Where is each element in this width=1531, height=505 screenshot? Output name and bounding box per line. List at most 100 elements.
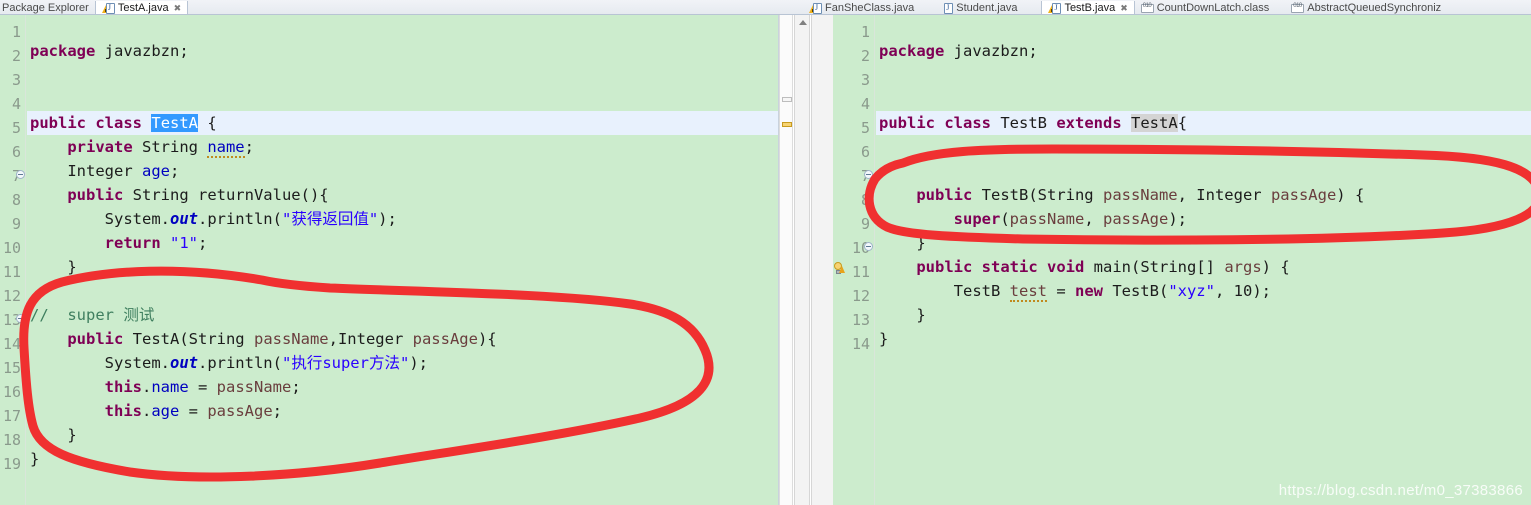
code-line[interactable]: } (27, 423, 778, 447)
line-number: 5 (11, 119, 21, 137)
eclipse-editor-window: Package Explorer TestA.java ✖ FanSheClas… (0, 0, 1531, 505)
code-line[interactable]: public TestA(String passName,Integer pas… (27, 327, 778, 351)
vertical-scrollbar-left[interactable] (794, 15, 810, 505)
code-line[interactable]: TestB test = new TestB("xyz", 10); (876, 279, 1531, 303)
java-warning-icon (809, 3, 822, 14)
tab-abstractqueuedsynchronizer-class[interactable]: AbstractQueuedSynchroniz (1275, 1, 1447, 14)
code-line[interactable]: this.name = passName; (27, 375, 778, 399)
editor-splitter[interactable] (811, 15, 833, 505)
class-file-icon (1140, 3, 1154, 13)
line-number: 14 (2, 335, 21, 353)
code-area-testa[interactable]: 1 2 3 4 5 6 7 8 9 10 11 12 13 14 15 16 1… (0, 15, 778, 505)
line-number: 8 (860, 191, 870, 209)
line-number: 1 (11, 23, 21, 41)
close-icon[interactable]: ✖ (1120, 3, 1128, 14)
overview-marker-warning[interactable] (782, 122, 792, 127)
line-number: 9 (860, 215, 870, 233)
tab-label: Student.java (956, 2, 1018, 14)
line-number: 13 (851, 311, 870, 329)
code-line[interactable]: this.age = passAge; (27, 399, 778, 423)
tab-testa-java[interactable]: TestA.java ✖ (94, 1, 189, 14)
tab-label: TestB.java (1064, 2, 1116, 14)
code-line-current[interactable]: public class TestB extends TestA{ (876, 111, 1531, 135)
code-line[interactable] (876, 351, 1531, 375)
fold-marker-collapse[interactable] (864, 170, 873, 179)
code-line[interactable]: System.out.println("执行super方法"); (27, 351, 778, 375)
line-number: 4 (11, 95, 21, 113)
close-icon[interactable]: ✖ (174, 3, 182, 14)
tab-fansheclass-java[interactable]: FanSheClass.java (795, 1, 920, 14)
line-number: 1 (860, 23, 870, 41)
code-line[interactable] (27, 87, 778, 111)
code-line[interactable] (27, 471, 778, 495)
line-number-gutter-left[interactable]: 1 2 3 4 5 6 7 8 9 10 11 12 13 14 15 16 1… (0, 15, 26, 505)
overview-marker[interactable] (782, 97, 792, 102)
code-line[interactable]: } (876, 231, 1531, 255)
fold-marker-collapse[interactable] (864, 242, 873, 251)
editor-panel-testa[interactable]: 1 2 3 4 5 6 7 8 9 10 11 12 13 14 15 16 1… (0, 15, 779, 505)
line-number: 17 (2, 407, 21, 425)
code-line[interactable]: } (27, 255, 778, 279)
code-line[interactable]: package javazbzn; (876, 39, 1531, 63)
code-line[interactable]: } (876, 327, 1531, 351)
overview-ruler-left[interactable] (779, 15, 793, 505)
code-line[interactable] (27, 63, 778, 87)
tab-package-explorer[interactable]: Package Explorer (0, 1, 95, 14)
code-line[interactable]: public String returnValue(){ (27, 183, 778, 207)
code-line[interactable]: return "1"; (27, 231, 778, 255)
tab-label: FanSheClass.java (825, 2, 915, 14)
code-line[interactable] (27, 279, 778, 303)
tab-countdownlatch-class[interactable]: CountDownLatch.class (1135, 1, 1276, 14)
class-file-icon (1291, 3, 1305, 13)
tab-label: Package Explorer (2, 2, 89, 14)
code-line[interactable]: public static void main(String[] args) { (876, 255, 1531, 279)
code-line[interactable]: super(passName, passAge); (876, 207, 1531, 231)
tab-student-java[interactable]: Student.java (920, 1, 1023, 14)
java-icon (940, 3, 954, 14)
fold-marker-collapse[interactable] (16, 170, 25, 179)
line-number: 5 (860, 119, 870, 137)
code-line[interactable]: package javazbzn; (27, 39, 778, 63)
tab-label: TestA.java (117, 2, 169, 14)
tab-bar-left: Package Explorer TestA.java ✖ (0, 0, 795, 15)
line-number: 8 (11, 191, 21, 209)
tab-label: CountDownLatch.class (1156, 2, 1270, 14)
code-line[interactable]: } (27, 447, 778, 471)
code-line[interactable] (876, 87, 1531, 111)
code-area-testb[interactable]: 1 2 3 4 5 6 7 8 9 10 11 12 13 14 p (833, 15, 1531, 505)
line-number: 2 (860, 47, 870, 65)
editor-panel-testb[interactable]: 1 2 3 4 5 6 7 8 9 10 11 12 13 14 p (833, 15, 1531, 505)
code-line[interactable] (876, 159, 1531, 183)
line-number: 2 (11, 47, 21, 65)
code-line[interactable]: public TestB(String passName, Integer pa… (876, 183, 1531, 207)
code-line[interactable] (876, 63, 1531, 87)
code-line[interactable] (876, 135, 1531, 159)
line-number: 15 (2, 359, 21, 377)
quickfix-warning-bulb-icon[interactable] (833, 262, 845, 275)
line-number: 19 (2, 455, 21, 473)
line-number: 9 (11, 215, 21, 233)
scroll-up-arrow-icon[interactable] (799, 20, 807, 25)
line-number: 16 (2, 383, 21, 401)
line-number-gutter-right[interactable]: 1 2 3 4 5 6 7 8 9 10 11 12 13 14 (833, 15, 875, 505)
code-line[interactable]: private String name; (27, 135, 778, 159)
line-number: 14 (851, 335, 870, 353)
line-number: 4 (860, 95, 870, 113)
fold-marker-collapse[interactable] (16, 314, 25, 323)
code-lines-testb[interactable]: package javazbzn; public class TestB ext… (876, 15, 1531, 505)
tab-testb-java[interactable]: TestB.java ✖ (1041, 1, 1135, 14)
line-number: 12 (851, 287, 870, 305)
code-line[interactable]: // super 测试 (27, 303, 778, 327)
code-line[interactable]: } (876, 303, 1531, 327)
code-line[interactable]: System.out.println("获得返回值"); (27, 207, 778, 231)
line-number: 6 (11, 143, 21, 161)
line-number: 11 (2, 263, 21, 281)
java-warning-icon (101, 3, 115, 14)
code-line-current[interactable]: public class TestA { (27, 111, 778, 135)
line-number: 6 (860, 143, 870, 161)
code-lines-testa[interactable]: package javazbzn; public class TestA { p… (27, 15, 778, 505)
watermark: https://blog.csdn.net/m0_37383866 (1278, 482, 1523, 499)
tab-label: AbstractQueuedSynchroniz (1307, 2, 1442, 14)
line-number: 3 (860, 71, 870, 89)
code-line[interactable]: Integer age; (27, 159, 778, 183)
